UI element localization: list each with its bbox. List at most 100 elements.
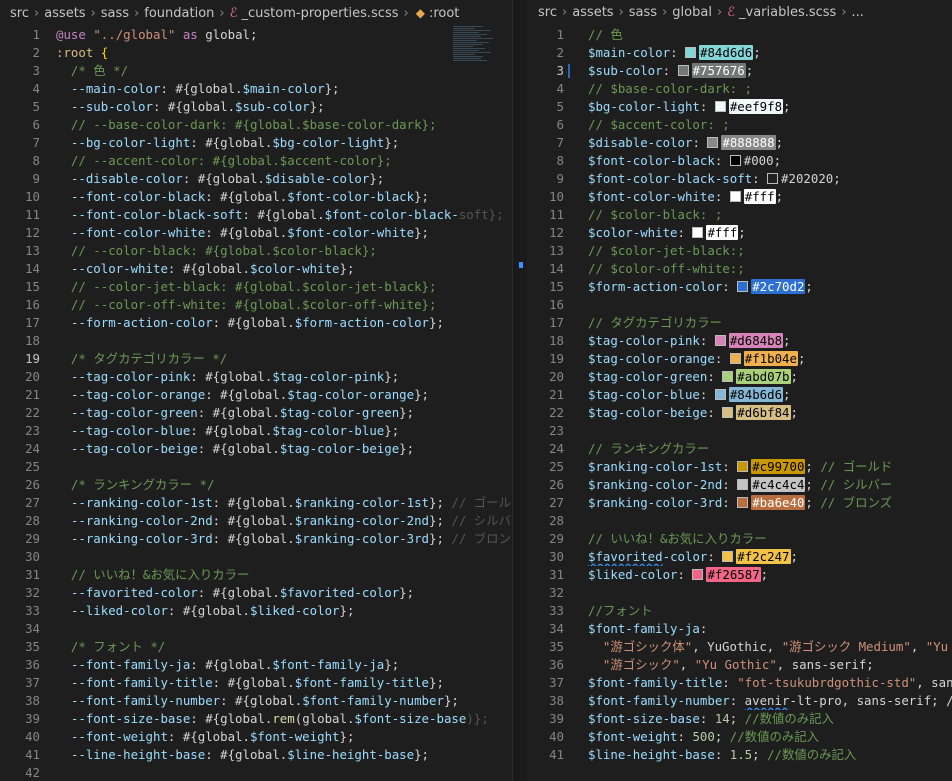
line-number[interactable]: 26: [528, 476, 564, 494]
code-line[interactable]: 20 $tag-color-green: #abd07b;: [528, 368, 952, 386]
line-number[interactable]: 8: [0, 152, 40, 170]
line-number[interactable]: 6: [528, 116, 564, 134]
code-line[interactable]: 7 $disable-color: #888888;: [528, 134, 952, 152]
code-line[interactable]: 3 /* 色 */: [0, 62, 512, 80]
line-number[interactable]: 40: [528, 728, 564, 746]
color-swatch[interactable]: [722, 551, 734, 562]
code-line[interactable]: 32 --favorited-color: #{global.$favorite…: [0, 584, 512, 602]
line-number[interactable]: 18: [528, 332, 564, 350]
code-line[interactable]: 34 $font-family-ja:: [528, 620, 952, 638]
breadcrumb-item[interactable]: _variables.scss: [739, 5, 836, 20]
line-number[interactable]: 22: [0, 404, 40, 422]
code-line[interactable]: 19 /* タグカテゴリカラー */: [0, 350, 512, 368]
line-number[interactable]: 24: [0, 440, 40, 458]
line-number[interactable]: 38: [528, 692, 564, 710]
color-swatch[interactable]: [737, 479, 749, 490]
code-line[interactable]: 31 // いいね！&お気に入りカラー: [0, 566, 512, 584]
code-line[interactable]: 8 $font-color-black: #000;: [528, 152, 952, 170]
line-number[interactable]: 41: [0, 746, 40, 764]
code-line[interactable]: 30 $favorited-color: #f2c247;: [528, 548, 952, 566]
breadcrumb-item[interactable]: assets: [44, 6, 85, 21]
code-line[interactable]: 21 $tag-color-blue: #84b6d6;: [528, 386, 952, 404]
code-line[interactable]: 27 $ranking-color-3rd: #ba6e40; // ブロンズ: [528, 494, 952, 512]
code-line[interactable]: 16: [528, 296, 952, 314]
line-number[interactable]: 19: [0, 350, 40, 368]
breadcrumb-item[interactable]: :root: [429, 6, 459, 21]
line-number[interactable]: 33: [528, 602, 564, 620]
line-number[interactable]: 9: [0, 170, 40, 188]
code-line[interactable]: 33 //フォント: [528, 602, 952, 620]
line-number[interactable]: 12: [0, 224, 40, 242]
code-line[interactable]: 28 --ranking-color-2nd: #{global.$rankin…: [0, 512, 512, 530]
color-swatch[interactable]: [692, 569, 704, 580]
right-editor-pane[interactable]: src › assets › sass › global › ℰ _variables.scss ›…: [528, 0, 952, 781]
line-number[interactable]: 26: [0, 476, 40, 494]
line-number[interactable]: 14: [528, 260, 564, 278]
code-line[interactable]: 39 --font-size-base: #{global.rem(global…: [0, 710, 512, 728]
code-line[interactable]: 7 --bg-color-light: #{global.$bg-color-l…: [0, 134, 512, 152]
line-number[interactable]: 32: [528, 584, 564, 602]
line-number[interactable]: 14: [0, 260, 40, 278]
color-swatch[interactable]: [707, 137, 719, 148]
breadcrumb-item[interactable]: src: [10, 6, 29, 21]
line-number[interactable]: 3: [0, 62, 40, 80]
line-number[interactable]: 4: [0, 80, 40, 98]
code-line[interactable]: 17 // タグカテゴリカラー: [528, 314, 952, 332]
code-editor[interactable]: 1 @use "../global" as global; 2:root {3 /*…: [0, 26, 512, 781]
code-line[interactable]: 41 --line-height-base: #{global.$line-he…: [0, 746, 512, 764]
line-number[interactable]: 34: [0, 620, 40, 638]
code-line[interactable]: 16 // --color-off-white: #{global.$color…: [0, 296, 512, 314]
breadcrumb-item[interactable]: global: [672, 5, 712, 20]
code-line[interactable]: 3 $sub-color: #757676;: [528, 62, 952, 80]
color-swatch[interactable]: [729, 191, 741, 202]
line-number[interactable]: 39: [0, 710, 40, 728]
code-line[interactable]: 26 /* ランキングカラー */: [0, 476, 512, 494]
line-number[interactable]: 20: [0, 368, 40, 386]
code-line[interactable]: 36 "游ゴシック", "Yu Gothic", sans-serif;: [528, 656, 952, 674]
code-line[interactable]: 14 --color-white: #{global.$color-white}…: [0, 260, 512, 278]
line-number[interactable]: 1: [528, 26, 564, 44]
code-line[interactable]: 25: [0, 458, 512, 476]
code-line[interactable]: 18 $tag-color-pink: #d684b8;: [528, 332, 952, 350]
code-line[interactable]: 15 $form-action-color: #2c70d2;: [528, 278, 952, 296]
code-line[interactable]: 13 // --color-black: #{global.$color-bla…: [0, 242, 512, 260]
line-number[interactable]: 5: [0, 98, 40, 116]
code-line[interactable]: 37 --font-family-title: #{global.$font-f…: [0, 674, 512, 692]
code-line[interactable]: 11 // $color-black: ;: [528, 206, 952, 224]
code-line[interactable]: 31 $liked-color: #f26587;: [528, 566, 952, 584]
code-line[interactable]: 26 $ranking-color-2nd: #c4c4c4; // シルバー: [528, 476, 952, 494]
breadcrumb-item[interactable]: ...: [852, 5, 864, 20]
code-line[interactable]: 33 --liked-color: #{global.$liked-color}…: [0, 602, 512, 620]
line-number[interactable]: 7: [0, 134, 40, 152]
color-swatch[interactable]: [684, 47, 696, 58]
color-swatch[interactable]: [767, 173, 779, 184]
breadcrumb-item[interactable]: _custom-properties.scss: [242, 6, 399, 21]
code-line[interactable]: 23 --tag-color-blue: #{global.$tag-color…: [0, 422, 512, 440]
code-line[interactable]: 24 // ランキングカラー: [528, 440, 952, 458]
line-number[interactable]: 12: [528, 224, 564, 242]
line-number[interactable]: 34: [528, 620, 564, 638]
code-line[interactable]: 4 --main-color: #{global.$main-color};: [0, 80, 512, 98]
line-number[interactable]: 11: [0, 206, 40, 224]
color-swatch[interactable]: [677, 65, 689, 76]
line-number[interactable]: 2: [0, 44, 40, 62]
color-swatch[interactable]: [692, 227, 704, 238]
code-line[interactable]: 1 // 色: [528, 26, 952, 44]
code-line[interactable]: 21 --tag-color-orange: #{global.$tag-col…: [0, 386, 512, 404]
line-number[interactable]: 9: [528, 170, 564, 188]
code-line[interactable]: 6 // --base-color-dark: #{global.$base-c…: [0, 116, 512, 134]
code-line[interactable]: 35 "游ゴシック体", YuGothic, "游ゴシック Medium", "…: [528, 638, 952, 656]
code-line[interactable]: 42: [0, 764, 512, 781]
code-line[interactable]: 38 $font-family-number: avenir-lt-pro, sa…: [528, 692, 952, 710]
line-number[interactable]: 16: [528, 296, 564, 314]
color-swatch[interactable]: [729, 353, 741, 364]
line-number[interactable]: 38: [0, 692, 40, 710]
code-line[interactable]: 12 --font-color-white: #{global.$font-co…: [0, 224, 512, 242]
code-line[interactable]: 28: [528, 512, 952, 530]
code-line[interactable]: 5 $bg-color-light: #eef9f8;: [528, 98, 952, 116]
color-swatch[interactable]: [737, 497, 749, 508]
code-line[interactable]: 29 // いいね！&お気に入りカラー: [528, 530, 952, 548]
code-line[interactable]: 37 $font-family-title: "fot-tsukubrdgothi…: [528, 674, 952, 692]
line-number[interactable]: 25: [528, 458, 564, 476]
code-line[interactable]: 2 $main-color: #84d6d6;: [528, 44, 952, 62]
